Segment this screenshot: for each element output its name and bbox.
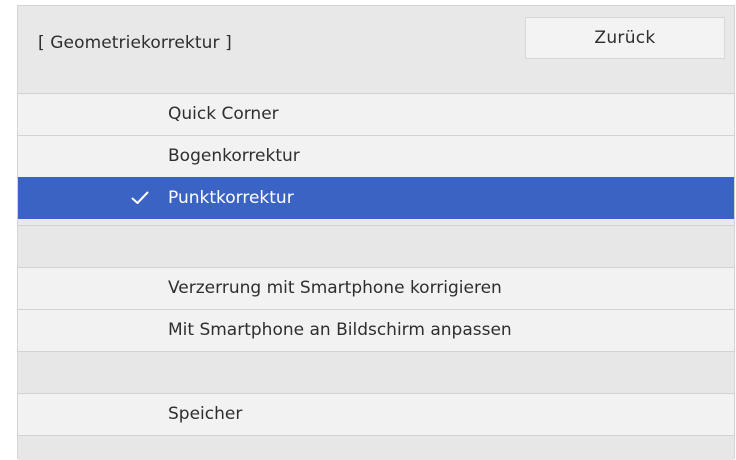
menu-spacer-row	[18, 351, 734, 393]
back-button[interactable]: Zurück	[525, 17, 725, 59]
geometry-correction-panel: [ Geometriekorrektur ] Zurück Quick Corn…	[17, 5, 735, 460]
menu-item-arc-correction[interactable]: Bogenkorrektur	[18, 135, 734, 177]
menu-spacer-row	[18, 225, 734, 267]
menu-item-label: Verzerrung mit Smartphone korrigieren	[168, 278, 502, 298]
menu-item-smartphone-fit-to-screen[interactable]: Mit Smartphone an Bildschirm anpassen	[18, 309, 734, 351]
menu-item-label: Speicher	[168, 404, 243, 424]
menu-item-label: Punktkorrektur	[168, 188, 294, 208]
panel-header: [ Geometriekorrektur ] Zurück	[18, 6, 734, 93]
menu-spacer-row	[18, 435, 734, 460]
menu-item-label: Bogenkorrektur	[168, 146, 300, 166]
menu-item-smartphone-distortion-correction[interactable]: Verzerrung mit Smartphone korrigieren	[18, 267, 734, 309]
checkmark-icon	[131, 191, 149, 204]
menu-item-memory[interactable]: Speicher	[18, 393, 734, 435]
menu-item-point-correction[interactable]: Punktkorrektur	[18, 177, 734, 219]
panel-title: [ Geometriekorrektur ]	[38, 33, 232, 53]
menu-item-label: Mit Smartphone an Bildschirm anpassen	[168, 320, 512, 340]
menu-item-quick-corner[interactable]: Quick Corner	[18, 93, 734, 135]
menu-item-label: Quick Corner	[168, 104, 279, 124]
